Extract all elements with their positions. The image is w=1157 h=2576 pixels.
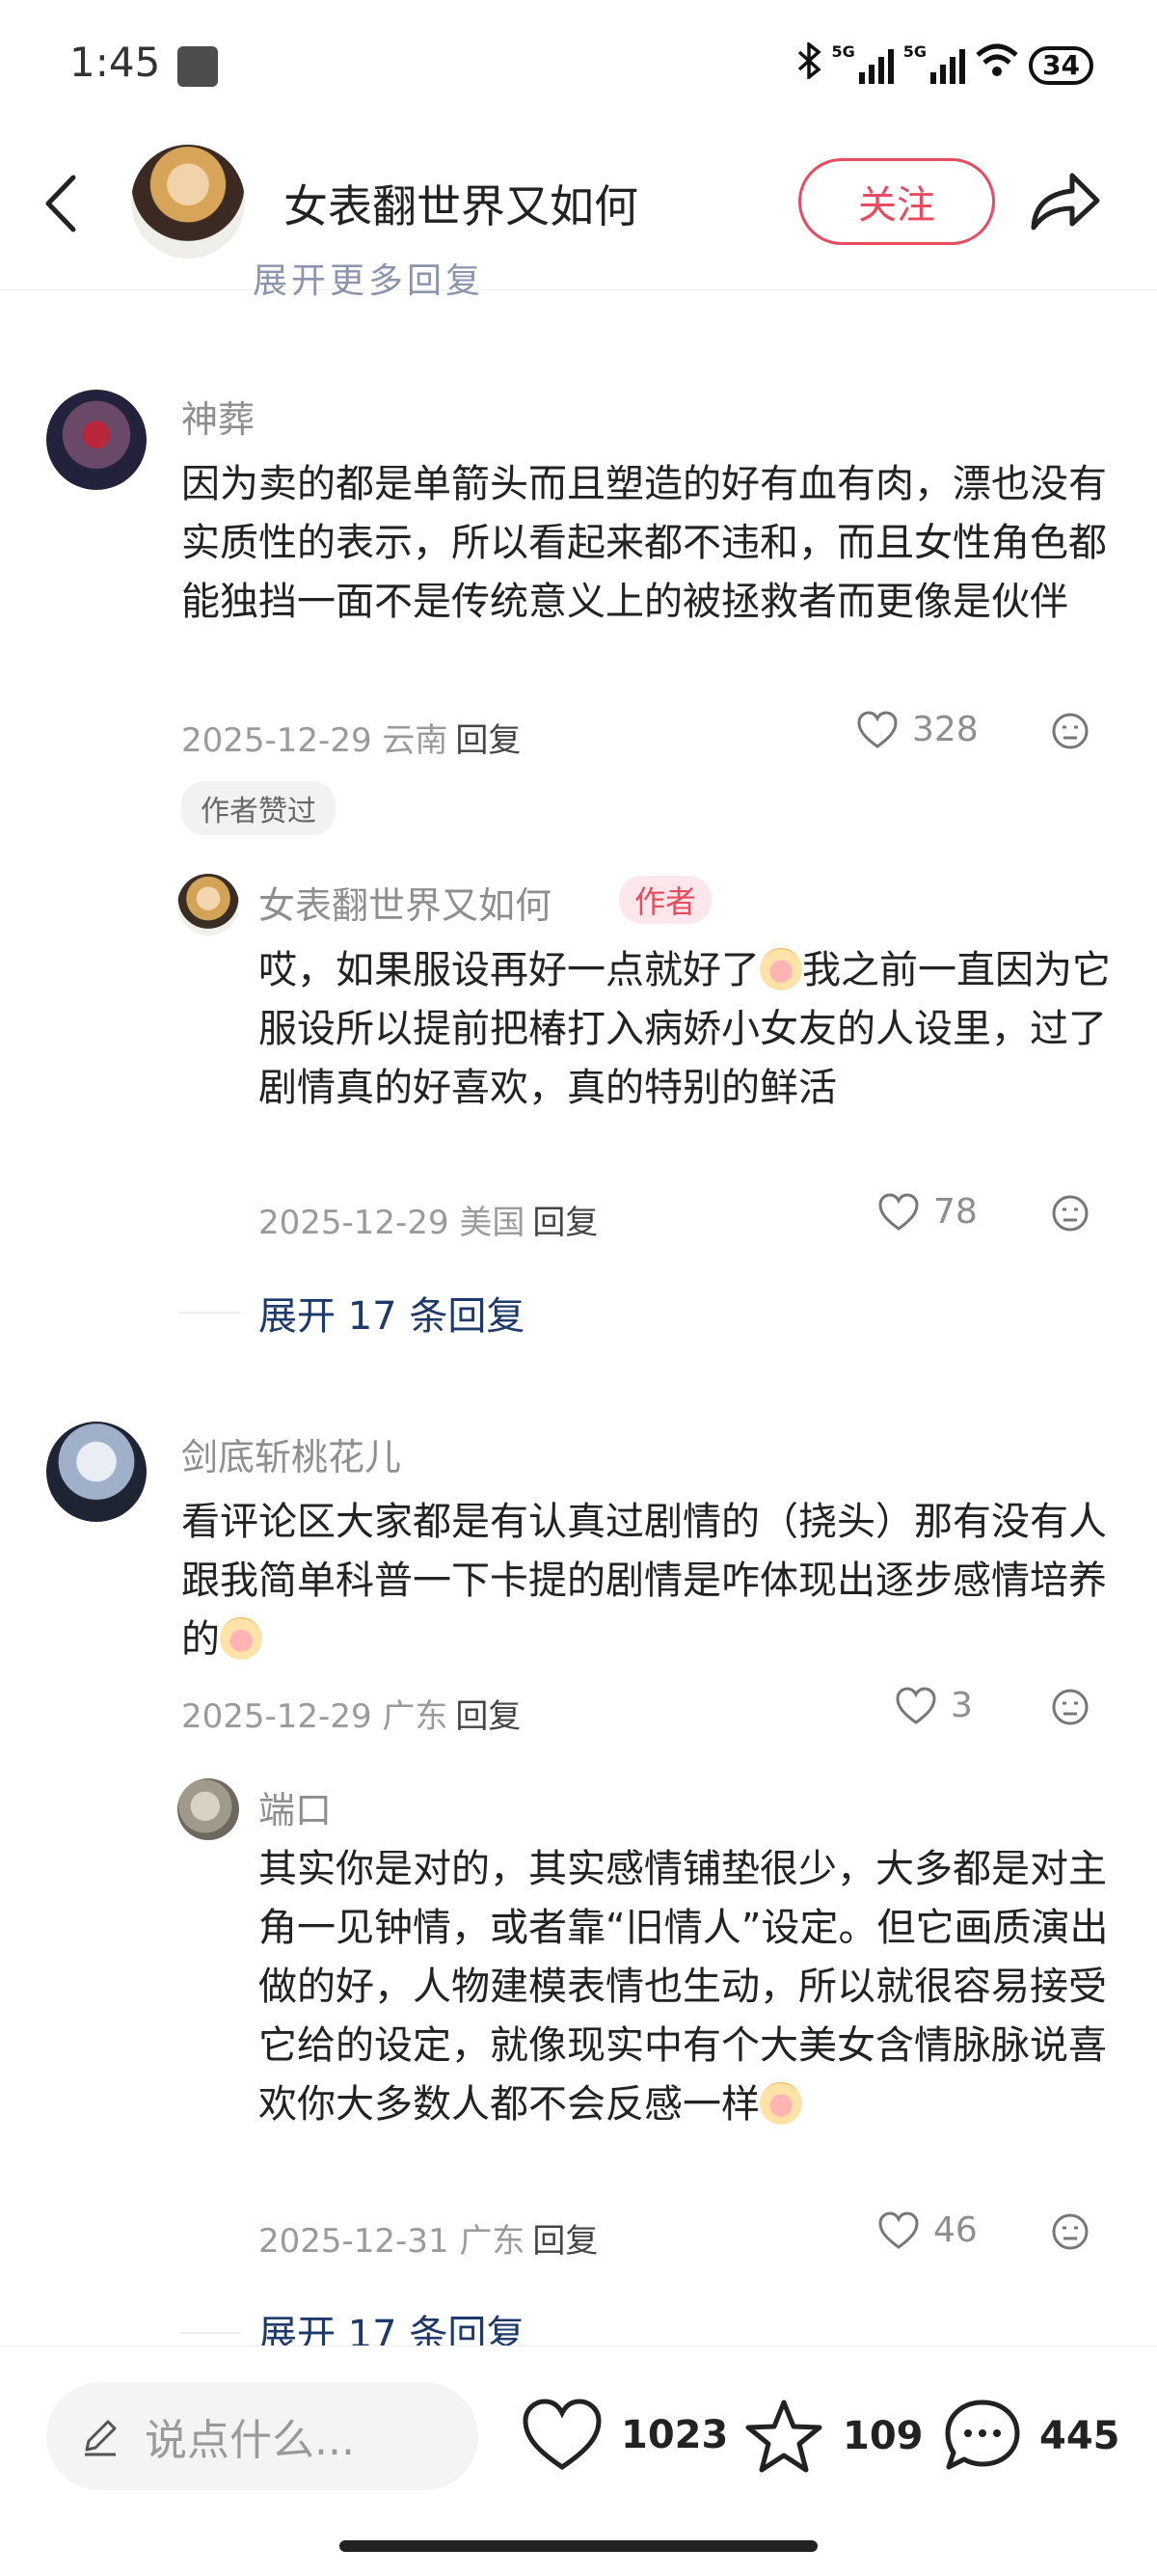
comment-date: 2025-12-29 广东 <box>181 1697 448 1736</box>
bluetooth-icon <box>797 41 822 88</box>
heart-icon <box>878 1192 919 1231</box>
dislike-button[interactable] <box>1051 2212 1090 2251</box>
like-button[interactable]: 46 <box>877 2210 978 2250</box>
divider <box>179 1312 241 1314</box>
like-count: 46 <box>933 2210 978 2250</box>
wifi-icon <box>975 43 1019 87</box>
reply-text-part: 其实你是对的，其实感情铺垫很少，大多都是对主角一见钟情，或者靠“旧情人”设定。但… <box>258 1847 1109 2127</box>
favorite-button[interactable]: 109 <box>742 2398 924 2475</box>
chevron-left-icon <box>45 175 76 232</box>
reply-button[interactable]: 回复 <box>532 2222 598 2261</box>
clipped-expand-text: 展开更多回复 <box>253 261 485 301</box>
author-name[interactable]: 女表翻世界又如何 <box>283 172 638 235</box>
reply-meta: 2025-12-29 美国 回复 <box>258 1196 598 1243</box>
comments-button[interactable]: 445 <box>943 2398 1120 2475</box>
comment-meta: 2025-12-29 云南 回复 <box>181 714 521 761</box>
comment-username[interactable]: 神葬 <box>181 390 255 443</box>
avatar[interactable] <box>46 1422 147 1522</box>
comment-text-part: 看评论区大家都是有认真过剧情的（挠头）那有没有人跟我简单科普一下卡提的剧情是咋体… <box>181 1500 1107 1662</box>
heart-icon <box>857 710 898 748</box>
like-button[interactable]: 3 <box>895 1686 973 1725</box>
signal-icon-1 <box>858 47 894 84</box>
comment-input-placeholder: 说点什么... <box>145 2416 355 2465</box>
like-button[interactable]: 328 <box>856 710 979 749</box>
comment-date: 2025-12-29 云南 <box>181 721 448 760</box>
reply-username[interactable]: 女表翻世界又如何 <box>258 876 552 929</box>
share-button[interactable] <box>1026 168 1103 235</box>
like-post-button[interactable]: 1023 <box>521 2398 728 2473</box>
reply-text-part-1: 哎，如果服设再好一点就好了 <box>258 948 760 992</box>
home-indicator[interactable] <box>339 2540 818 2552</box>
avatar[interactable] <box>177 874 239 935</box>
reply-button[interactable]: 回复 <box>532 1204 598 1242</box>
like-count: 78 <box>933 1192 978 1232</box>
status-time: 1:45 <box>69 39 161 86</box>
crying-laughing-emoji-icon <box>220 1617 262 1660</box>
notification-icon <box>177 46 218 87</box>
author-liked-badge: 作者赞过 <box>181 781 336 835</box>
frown-face-icon <box>1052 2213 1089 2250</box>
frown-face-icon <box>1052 1195 1089 1232</box>
heart-icon <box>896 1686 936 1724</box>
like-count: 3 <box>951 1686 973 1725</box>
crying-laughing-emoji-icon <box>760 2082 802 2125</box>
comment-meta: 2025-12-29 广东 回复 <box>181 1690 521 1737</box>
reply-button[interactable]: 回复 <box>455 721 521 760</box>
reply-text: 哎，如果服设再好一点就好了 我之前一直因为它服设所以提前把椿打入病娇小女友的人设里… <box>258 941 1117 1118</box>
status-bar: 1:45 5G 5G 34 <box>0 0 1157 135</box>
pencil-icon <box>85 2420 117 2456</box>
frown-face-icon <box>1052 1689 1089 1725</box>
divider <box>179 2332 241 2334</box>
share-icon <box>1031 173 1100 230</box>
like-button[interactable]: 78 <box>877 1192 978 1232</box>
dislike-button[interactable] <box>1051 1688 1090 1726</box>
reply-button[interactable]: 回复 <box>455 1697 521 1736</box>
reply-date: 2025-12-31 广东 <box>258 2222 525 2261</box>
reply-meta: 2025-12-31 广东 回复 <box>258 2214 598 2262</box>
reply-username[interactable]: 端口 <box>258 1780 332 1833</box>
comment-input[interactable]: 说点什么... <box>46 2382 478 2490</box>
signal-icon-2 <box>930 47 966 84</box>
dislike-button[interactable] <box>1051 1194 1090 1233</box>
reply-date: 2025-12-29 美国 <box>258 1204 525 1242</box>
follow-button[interactable]: 关注 <box>798 158 995 245</box>
avatar[interactable] <box>46 390 147 490</box>
post-like-count: 1023 <box>621 2413 729 2457</box>
author-tag: 作者 <box>619 876 713 924</box>
network-type-1: 5G <box>831 42 855 61</box>
comment-bubble-icon <box>945 2400 1020 2470</box>
star-icon <box>745 2400 822 2473</box>
comment-text: 因为卖的都是单箭头而且塑造的好有血有肉，漂也没有实质性的表示，所以看起来都不违和… <box>181 462 1107 624</box>
heart-icon <box>523 2399 602 2471</box>
comment-text: 看评论区大家都是有认真过剧情的（挠头）那有没有人跟我简单科普一下卡提的剧情是咋体… <box>181 1493 1117 1669</box>
back-button[interactable] <box>39 170 87 237</box>
crying-laughing-emoji-icon <box>760 948 802 990</box>
network-type-2: 5G <box>902 42 928 61</box>
heart-icon <box>878 2210 919 2249</box>
battery-indicator: 34 <box>1029 45 1093 85</box>
frown-face-icon <box>1052 713 1089 749</box>
status-icons: 5G 5G 34 <box>797 41 1093 88</box>
avatar[interactable] <box>177 1778 239 1840</box>
dislike-button[interactable] <box>1051 712 1090 750</box>
reply-text: 其实你是对的，其实感情铺垫很少，大多都是对主角一见钟情，或者靠“旧情人”设定。但… <box>258 1840 1117 2134</box>
expand-replies-link[interactable]: 展开 17 条回复 <box>258 1285 525 1341</box>
author-avatar[interactable] <box>131 145 245 258</box>
post-star-count: 109 <box>843 2414 924 2458</box>
post-comment-count: 445 <box>1039 2414 1120 2458</box>
comment-username[interactable]: 剑底斩桃花儿 <box>181 1427 401 1480</box>
like-count: 328 <box>912 710 979 749</box>
